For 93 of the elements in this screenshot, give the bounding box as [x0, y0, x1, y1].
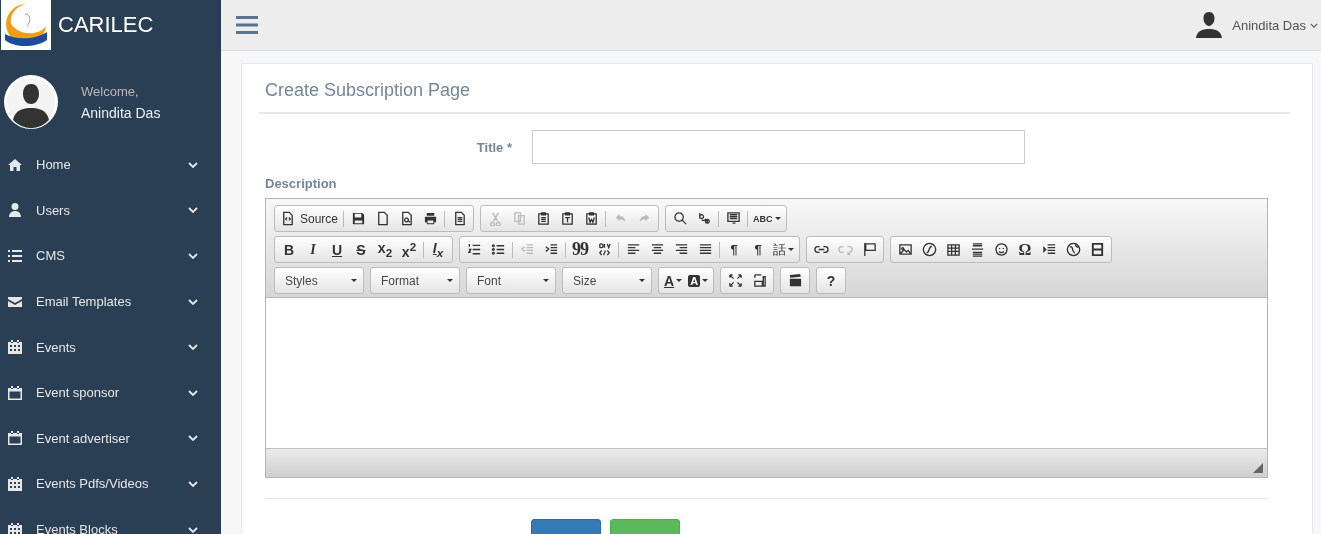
search-icon: [672, 211, 688, 226]
justify-icon: [697, 242, 713, 257]
caret-icon: [543, 279, 549, 282]
code-page-icon: [280, 211, 295, 226]
bg-color-button[interactable]: A: [685, 269, 712, 292]
resize-handle-icon[interactable]: [1253, 463, 1263, 473]
home-icon: [6, 156, 24, 173]
dropdown[interactable]: Styles: [274, 267, 364, 294]
div-code-icon: [596, 242, 612, 257]
field-label: Description: [265, 176, 338, 191]
title-input[interactable]: [532, 130, 1025, 164]
calendar-icon: [6, 475, 24, 492]
clipboard-icon: [535, 211, 551, 226]
sidebar-item[interactable]: Users: [0, 187, 221, 234]
align-center-icon: [649, 242, 665, 257]
brand-name: CARILEC: [58, 12, 154, 38]
user-menu[interactable]: Anindita Das: [1195, 11, 1318, 39]
smiley-icon: [993, 242, 1009, 257]
field-label: Title *: [475, 139, 512, 155]
numbered-list-icon: [466, 242, 482, 257]
chevron-down-icon: [188, 253, 198, 259]
show-blocks-icon: [751, 273, 767, 288]
calendar-blank-icon: [6, 384, 24, 401]
sidebar-item[interactable]: Events Pdfs/Videos: [0, 461, 221, 507]
align-left-icon: [625, 242, 641, 257]
image-icon: [897, 242, 913, 257]
scissors-icon: [487, 211, 503, 226]
clipboard-word-icon: [583, 211, 599, 226]
language-button[interactable]: 話: [770, 238, 797, 261]
horizontal-rule-icon: [969, 242, 985, 257]
calendar-blank-icon: [6, 430, 24, 447]
spellcheck-button[interactable]: ABC: [750, 207, 784, 230]
dropdown[interactable]: Font: [466, 267, 556, 294]
avatar-icon: [1195, 11, 1224, 39]
sidebar-item[interactable]: Event sponsor: [0, 369, 221, 416]
printer-icon: [422, 211, 438, 226]
dropdown[interactable]: Size: [562, 267, 652, 294]
strike-button[interactable]: S: [349, 238, 373, 261]
avatar-icon: [3, 74, 59, 130]
chevron-down-icon: [188, 435, 198, 442]
remove-format-button[interactable]: I$_{x}$: [426, 238, 450, 261]
source-button[interactable]: Source: [277, 207, 342, 230]
outdent-icon: [519, 242, 535, 257]
subscript-button[interactable]: x$_{2}$: [373, 238, 397, 261]
caret-icon: [351, 279, 357, 282]
globe-icon: [1065, 242, 1081, 257]
copy-icon: [511, 211, 527, 226]
bulleted-list-icon: [490, 242, 506, 257]
superscript-button[interactable]: x$^{2}$: [397, 238, 421, 261]
special-char-button[interactable]: Ω: [1013, 238, 1037, 261]
user-icon: [6, 202, 24, 219]
page-break-icon: [1041, 242, 1057, 257]
caret-icon: [639, 279, 645, 282]
expand-icon: [727, 273, 743, 288]
list-icon: [6, 248, 24, 264]
chevron-down-icon: [188, 344, 198, 351]
align-right-icon: [673, 242, 689, 257]
bold-button[interactable]: B: [277, 238, 301, 261]
profile-name: Anindita Das: [81, 104, 161, 121]
italic-button[interactable]: I: [301, 238, 325, 261]
page-title: Create Subscription Page: [265, 80, 472, 102]
chevron-down-icon: [188, 389, 198, 396]
table-icon: [945, 242, 961, 257]
chevron-down-icon: [188, 526, 198, 533]
underline-button[interactable]: U: [325, 238, 349, 261]
clipboard-text-icon: [559, 211, 575, 226]
welcome-text: Welcome,: [81, 83, 140, 99]
chevron-down-icon: [188, 480, 198, 487]
sidebar-item[interactable]: Events Blocks: [0, 506, 221, 534]
sidebar-item[interactable]: Email Templates: [0, 278, 221, 325]
sidebar-item[interactable]: Home: [0, 142, 221, 188]
chevron-down-icon: [188, 207, 198, 214]
menu-icon[interactable]: [236, 16, 258, 34]
clapperboard-icon: [787, 273, 803, 288]
ltr-button[interactable]: ¶: [722, 238, 746, 261]
sidebar-item[interactable]: CMS: [0, 233, 221, 279]
sidebar-item[interactable]: Events: [0, 324, 221, 370]
chevron-down-icon: [188, 298, 198, 305]
flag-icon: [861, 242, 877, 257]
help-button[interactable]: ?: [819, 269, 844, 292]
blockquote-button[interactable]: 99: [568, 238, 592, 261]
dropdown[interactable]: Format: [370, 267, 460, 294]
calendar-icon: [6, 339, 24, 356]
chevron-down-icon: [188, 161, 198, 168]
logo-icon: [1, 0, 51, 50]
calendar-icon: [6, 521, 24, 534]
indent-icon: [543, 242, 559, 257]
text-color-button[interactable]: A: [661, 269, 686, 292]
sidebar-item[interactable]: Event advertiser: [0, 415, 221, 462]
caret-icon: [447, 279, 453, 282]
flash-icon: [921, 242, 937, 257]
rtl-button[interactable]: ¶: [746, 238, 770, 261]
chevron-down-icon: [1310, 22, 1318, 28]
